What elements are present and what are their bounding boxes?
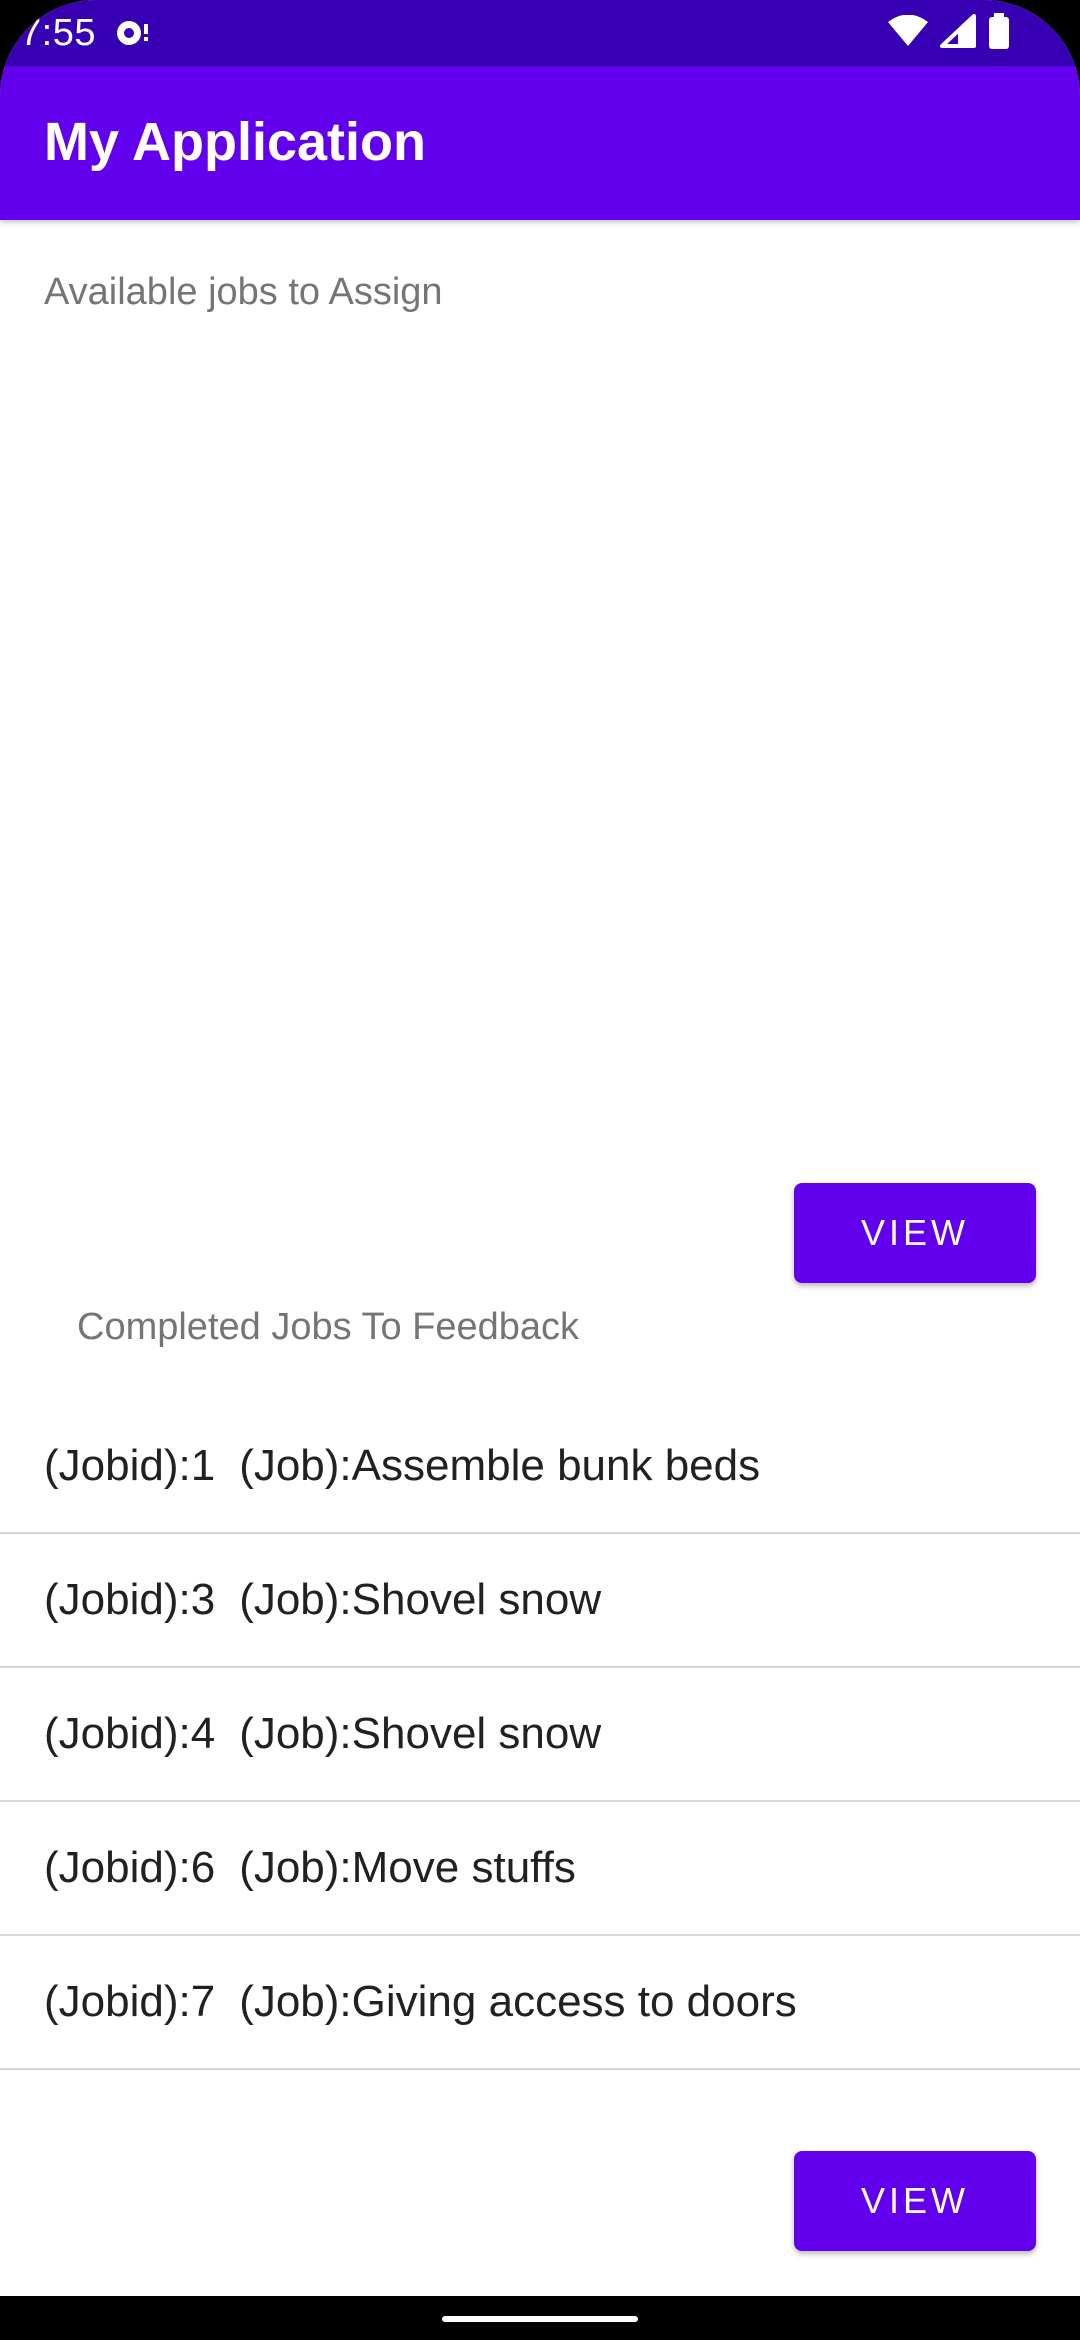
app-screen: 7:55 My Application Available jobs to As… <box>0 0 1080 2340</box>
job-name: (Job):Giving access to doors <box>239 1977 797 2026</box>
list-item[interactable]: (Jobid):6 (Job):Move stuffs <box>0 1802 1080 1936</box>
view-completed-jobs-button[interactable]: VIEW <box>794 2151 1036 2251</box>
cellular-signal-icon <box>940 13 976 53</box>
job-name: (Job):Shovel snow <box>239 1575 602 1624</box>
completed-jobs-list: (Jobid):1 (Job):Assemble bunk beds (Jobi… <box>0 1400 1080 2070</box>
notification-icon <box>114 16 154 50</box>
list-item[interactable]: (Jobid):4 (Job):Shovel snow <box>0 1668 1080 1802</box>
job-id: (Jobid):7 <box>44 1977 216 2026</box>
list-item[interactable]: (Jobid):1 (Job):Assemble bunk beds <box>0 1400 1080 1534</box>
job-name: (Job):Move stuffs <box>239 1843 576 1892</box>
battery-icon <box>988 12 1010 54</box>
job-name: (Job):Shovel snow <box>239 1709 602 1758</box>
app-bar: My Application <box>0 66 1080 220</box>
job-id: (Jobid):4 <box>44 1709 216 1758</box>
job-id: (Jobid):6 <box>44 1843 216 1892</box>
available-jobs-label: Available jobs to Assign <box>44 271 443 313</box>
status-icons <box>888 12 1010 54</box>
list-item[interactable]: (Jobid):7 (Job):Giving access to doors <box>0 1936 1080 2070</box>
view-available-jobs-button[interactable]: VIEW <box>794 1183 1036 1283</box>
job-id: (Jobid):3 <box>44 1575 216 1624</box>
navigation-bar <box>0 2296 1080 2340</box>
completed-jobs-label: Completed Jobs To Feedback <box>77 1306 580 1348</box>
list-item[interactable]: (Jobid):3 (Job):Shovel snow <box>0 1534 1080 1668</box>
job-id: (Jobid):1 <box>44 1441 216 1490</box>
job-name: (Job):Assemble bunk beds <box>239 1441 761 1490</box>
app-title: My Application <box>44 112 427 172</box>
status-time: 7:55 <box>20 12 96 54</box>
wifi-icon <box>888 14 928 52</box>
status-bar: 7:55 <box>0 0 1080 66</box>
home-gesture-handle[interactable] <box>442 2316 638 2322</box>
